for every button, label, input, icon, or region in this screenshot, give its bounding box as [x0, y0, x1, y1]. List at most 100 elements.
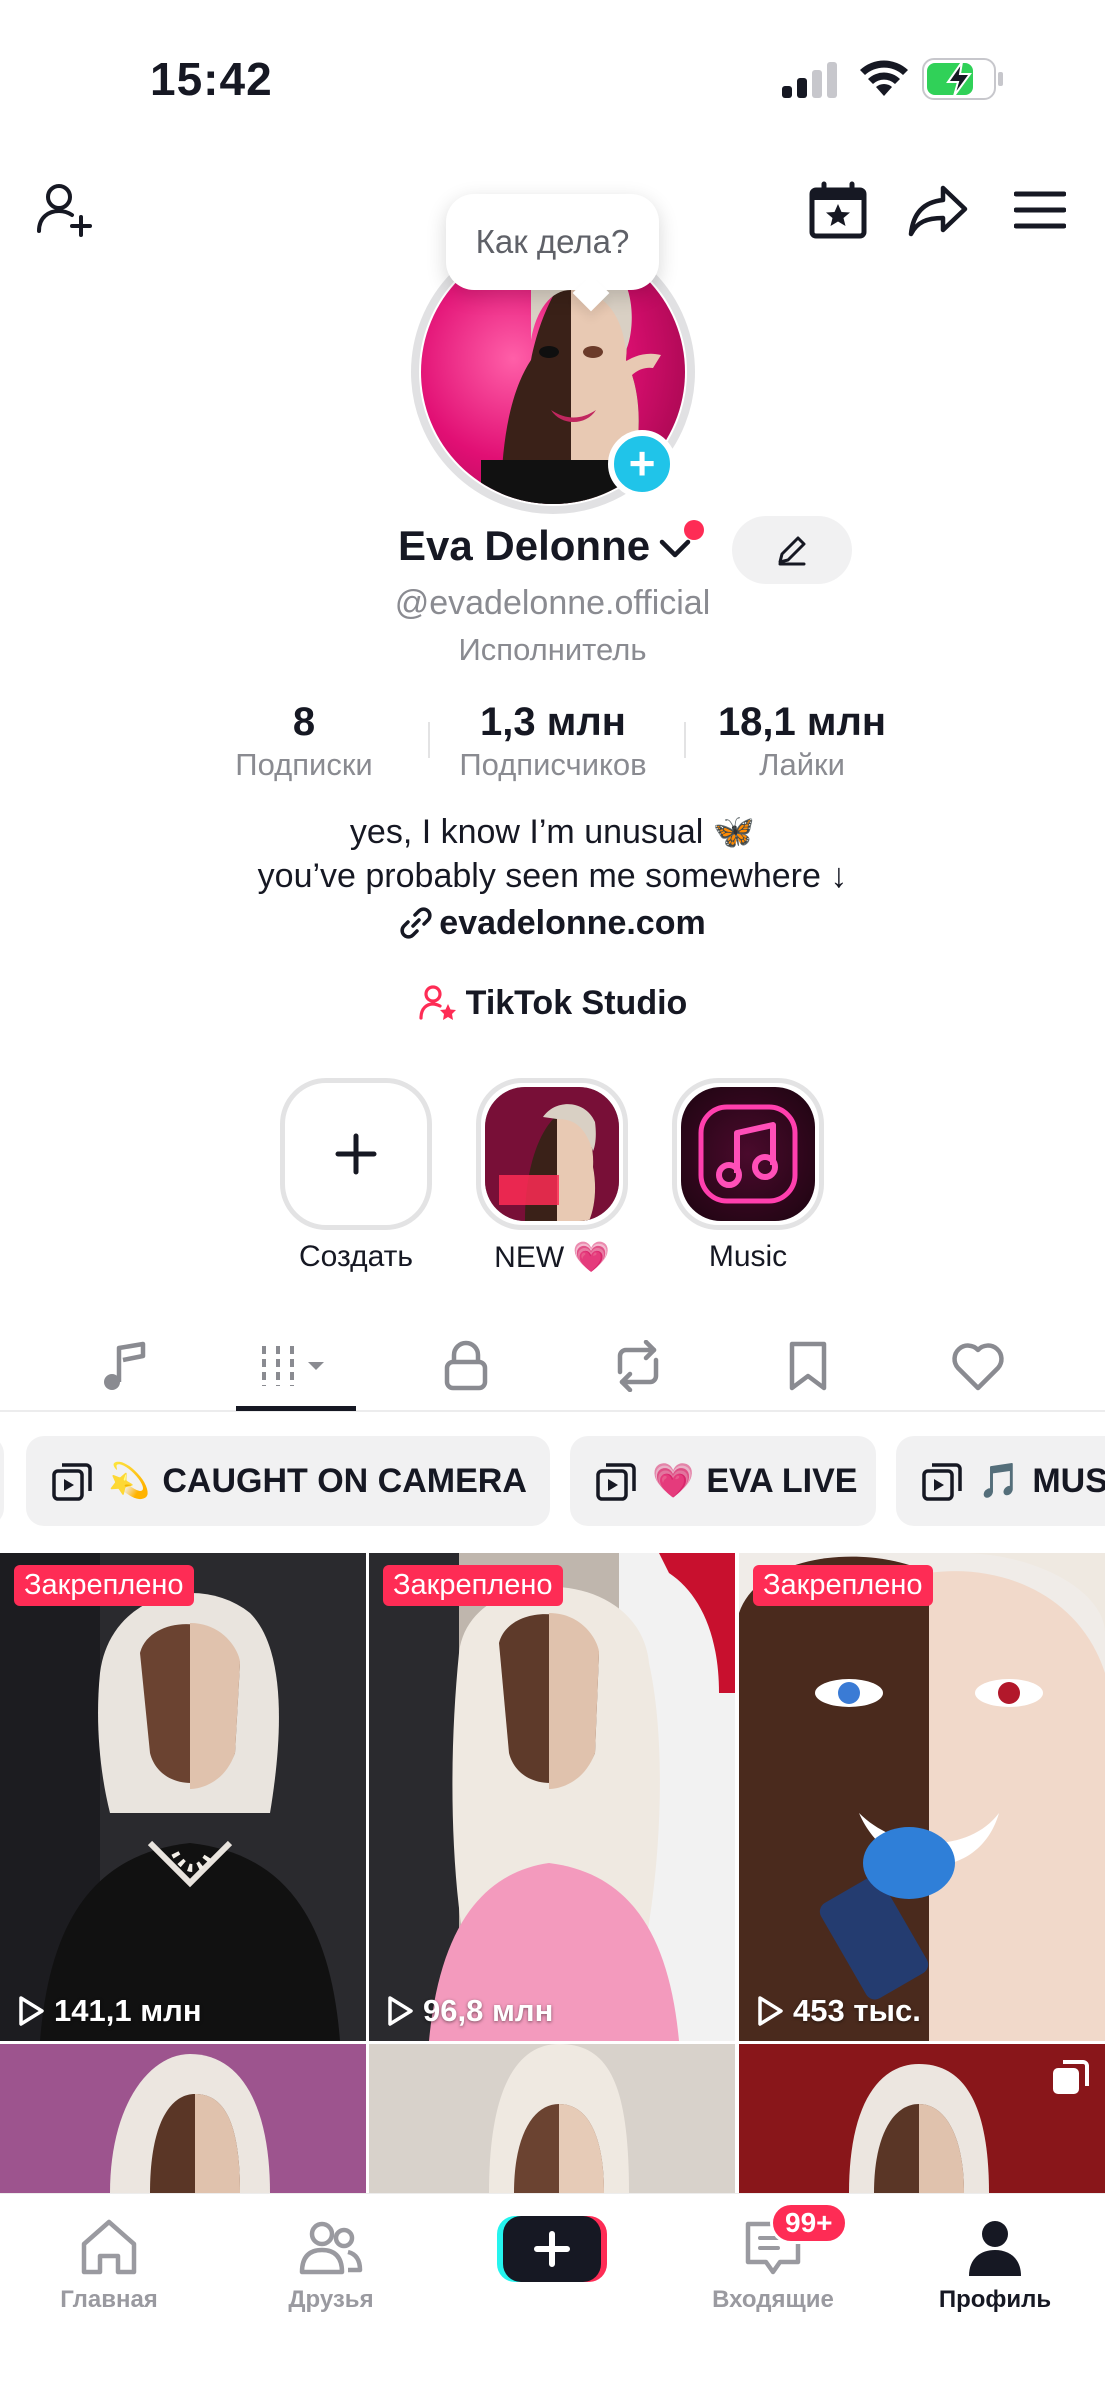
video-thumbnail-image — [0, 1553, 366, 2041]
nav-home[interactable]: Главная — [34, 2194, 184, 2314]
stat-following[interactable]: 8 Подписки — [214, 700, 394, 783]
grid-icon — [262, 1346, 324, 1386]
stat-label: Лайки — [759, 747, 845, 782]
share-profile-button[interactable] — [898, 170, 978, 250]
stat-followers[interactable]: 1,3 млн Подписчиков — [442, 700, 664, 783]
stat-likes[interactable]: 18,1 млн Лайки — [700, 700, 904, 783]
stat-divider — [428, 722, 430, 758]
highlight-circle — [672, 1078, 824, 1230]
highlight-label: NEW 💗 — [494, 1241, 610, 1274]
nav-label: Входящие — [712, 2286, 834, 2313]
pinned-badge: Закреплено — [753, 1565, 933, 1606]
username: @evadelonne.official — [394, 584, 711, 622]
create-video-button[interactable] — [497, 2214, 607, 2284]
studio-label: TikTok Studio — [465, 984, 688, 1022]
profile-tabs — [0, 1320, 1105, 1412]
bottom-navigation: Главная Друзья Входящие 99+ Профиль — [0, 2193, 1105, 2400]
name-row: Eva Delonne — [0, 516, 1105, 584]
stat-divider — [684, 722, 686, 758]
play-icon — [388, 1996, 413, 2026]
wifi-icon — [860, 60, 908, 96]
pinned-badge: Закреплено — [14, 1565, 194, 1606]
tab-videos-grid[interactable] — [236, 1320, 356, 1412]
playlist-chip[interactable]: 🎵 MUS — [896, 1436, 1105, 1526]
view-count-text: 96,8 млн — [423, 1993, 554, 2028]
profile-icon — [969, 2221, 1021, 2276]
video-thumbnail[interactable] — [739, 2044, 1105, 2193]
add-friend-button[interactable] — [26, 170, 106, 250]
stat-value: 1,3 млн — [480, 700, 626, 744]
video-grid: Закреплено 141,1 млн Закреплено 96,8 млн — [0, 1553, 1105, 2193]
playlist-chip[interactable]: 💗 EVA LIVE — [570, 1436, 876, 1526]
pinned-badge: Закреплено — [383, 1565, 563, 1606]
home-icon — [81, 2219, 137, 2275]
status-bubble[interactable]: Как дела? — [446, 194, 659, 290]
tab-favorites[interactable] — [748, 1320, 868, 1412]
nav-profile[interactable]: Профиль — [920, 2194, 1070, 2314]
stat-value: 8 — [292, 700, 316, 744]
multi-photo-icon — [1053, 2060, 1089, 2094]
stat-label: Подписчиков — [459, 747, 647, 782]
video-thumbnail[interactable]: Закреплено 453 тыс. — [739, 1553, 1105, 2041]
bio-line: yes, I know I’m unusual 🦋 — [349, 813, 756, 851]
link-text: evadelonne.com — [439, 904, 706, 942]
friends-icon — [299, 2221, 363, 2275]
status-bar: 15:42 — [0, 0, 1105, 150]
nav-friends[interactable]: Друзья — [256, 2194, 406, 2314]
profile-name[interactable]: Eva Delonne — [398, 522, 650, 570]
highlight-label: Создать — [298, 1240, 413, 1273]
add-story-button[interactable]: + — [608, 430, 676, 498]
bio: yes, I know I’m unusual 🦋 you’ve probabl… — [0, 810, 1105, 898]
plus-icon — [497, 2216, 607, 2282]
highlight-music[interactable]: Music — [668, 1078, 828, 1274]
plus-icon — [335, 1133, 377, 1175]
bio-link[interactable]: evadelonne.com — [0, 904, 1105, 943]
view-count-text: 141,1 млн — [54, 1993, 202, 2028]
playlist-chips: 💫 CAUGHT ON CAMERA 💗 EVA LIVE 🎵 MUS — [0, 1436, 1105, 1528]
tiktok-studio-link[interactable]: TikTok Studio — [0, 982, 1105, 1023]
nav-label: Главная — [60, 2286, 158, 2313]
events-calendar-button[interactable] — [798, 170, 878, 250]
music-note-icon — [698, 1104, 798, 1204]
playlist-label: CAUGHT ON CAMERA — [162, 1461, 527, 1500]
link-icon — [400, 907, 432, 939]
video-thumbnail[interactable] — [0, 2044, 366, 2193]
edit-profile-button[interactable] — [732, 516, 852, 584]
playlist-icon — [922, 1463, 962, 1501]
cellular-signal-icon — [782, 62, 837, 98]
stat-label: Подписки — [235, 747, 373, 782]
heart-icon — [952, 1343, 1004, 1391]
highlight-new[interactable]: NEW 💗 — [472, 1078, 632, 1275]
playlist-label: EVA LIVE — [706, 1461, 858, 1500]
play-icon — [758, 1996, 783, 2026]
calendar-star-icon — [809, 181, 867, 239]
video-thumbnail-image — [369, 2044, 735, 2193]
highlight-create[interactable]: Создать — [276, 1078, 436, 1274]
play-icon — [19, 1996, 44, 2026]
view-count: 96,8 млн — [385, 1993, 553, 2029]
video-thumbnail-image — [739, 1553, 1105, 2041]
playlist-icon — [52, 1463, 92, 1501]
video-thumbnail-image — [369, 1553, 735, 2041]
tab-liked[interactable] — [918, 1320, 1038, 1412]
video-thumbnail[interactable] — [369, 2044, 735, 2193]
pencil-icon — [778, 536, 806, 566]
tab-music[interactable] — [64, 1320, 184, 1412]
playlist-chip-partial[interactable] — [0, 1436, 4, 1526]
highlight-circle — [476, 1078, 628, 1230]
active-tab-indicator — [236, 1406, 356, 1411]
stat-value: 18,1 млн — [717, 700, 887, 744]
video-thumbnail[interactable]: Закреплено 141,1 млн — [0, 1553, 366, 2041]
tab-reposts[interactable] — [578, 1320, 698, 1412]
highlight-circle — [280, 1078, 432, 1230]
status-time: 15:42 — [150, 53, 273, 105]
playlist-chip[interactable]: 💫 CAUGHT ON CAMERA — [26, 1436, 550, 1526]
nav-label: Друзья — [288, 2286, 374, 2313]
playlist-icon — [596, 1463, 636, 1501]
tab-private[interactable] — [406, 1320, 526, 1412]
playlist-emoji: 💗 — [652, 1462, 695, 1500]
account-category: Исполнитель — [458, 632, 647, 667]
video-thumbnail[interactable]: Закреплено 96,8 млн — [369, 1553, 735, 2041]
playlist-label: MUS — [1032, 1461, 1105, 1500]
menu-button[interactable] — [1000, 170, 1080, 250]
